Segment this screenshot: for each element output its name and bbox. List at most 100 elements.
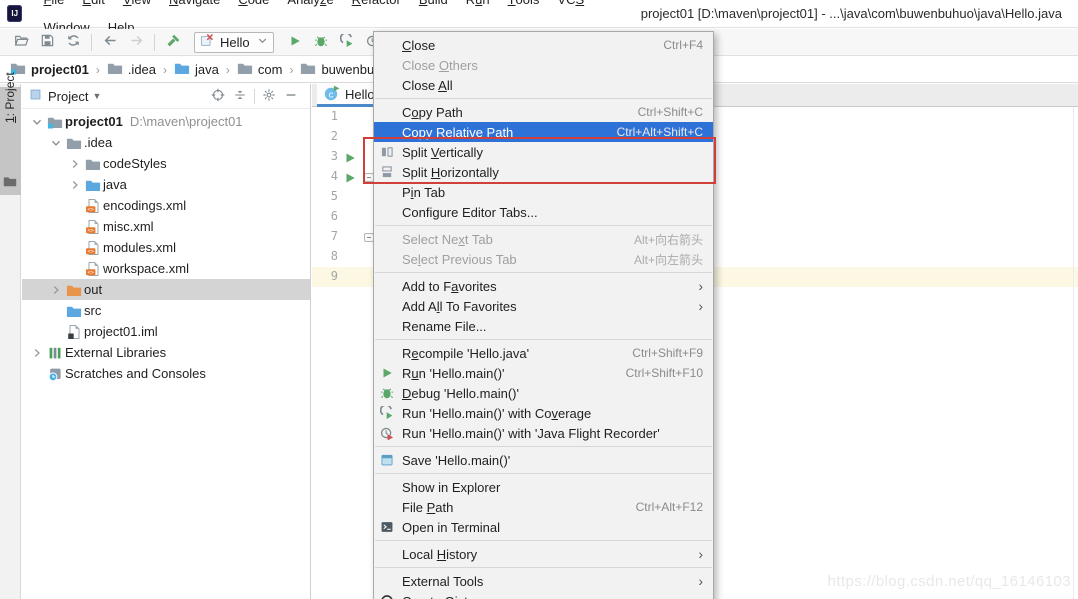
menu-item-external-tools[interactable]: External Tools › xyxy=(374,571,713,591)
menu-item-run-hello-main-with-coverage[interactable]: Run 'Hello.main()' with Coverage xyxy=(374,403,713,423)
tree-item-modules-xml[interactable]: <> modules.xml xyxy=(22,237,310,258)
menu-item-split-vertically[interactable]: Split Vertically xyxy=(374,142,713,162)
menubar-item-tools[interactable]: Tools xyxy=(499,0,549,14)
menu-item-open-in-terminal[interactable]: Open in Terminal xyxy=(374,517,713,537)
tree-item-label: External Libraries xyxy=(65,345,167,360)
chevron-right-icon[interactable] xyxy=(47,283,64,297)
tree-item-out[interactable]: out xyxy=(22,279,310,300)
forward-button[interactable] xyxy=(123,31,149,54)
tree-item-src[interactable]: src xyxy=(22,300,310,321)
menu-item-local-history[interactable]: Local History › xyxy=(374,544,713,564)
menu-item-pin-tab[interactable]: Pin Tab xyxy=(374,182,713,202)
breadcrumb-project01[interactable]: project01 xyxy=(10,60,89,79)
coverage-button[interactable] xyxy=(334,31,360,54)
menu-item-rename-file[interactable]: Rename File... xyxy=(374,316,713,336)
menubar-item-analyze[interactable]: Analyze xyxy=(278,0,342,14)
tree-item-label: out xyxy=(84,282,103,297)
collapse-all-button[interactable] xyxy=(229,85,251,107)
chevron-right-icon[interactable] xyxy=(28,346,45,360)
locate-file-button[interactable] xyxy=(207,85,229,107)
tree-item-workspace-xml[interactable]: <> workspace.xml xyxy=(22,258,310,279)
svg-text:<>: <> xyxy=(87,207,94,213)
tree-item-misc-xml[interactable]: <> misc.xml xyxy=(22,216,310,237)
gutter-run-icon[interactable] xyxy=(343,151,357,168)
menubar-item-refactor[interactable]: Refactor xyxy=(343,0,410,14)
tree-item-external-libraries[interactable]: External Libraries xyxy=(22,342,310,363)
menu-item-shortcut: Alt+向左箭头 xyxy=(633,252,703,267)
svg-text:<>: <> xyxy=(87,249,94,255)
menu-item-add-all-to-favorites[interactable]: Add All To Favorites › xyxy=(374,296,713,316)
menu-item-run-hello-main[interactable]: Run 'Hello.main()' Ctrl+Shift+F10 xyxy=(374,363,713,383)
menu-item-configure-editor-tabs[interactable]: Configure Editor Tabs... xyxy=(374,202,713,222)
chevron-right-icon[interactable] xyxy=(66,178,83,192)
menu-item-shortcut: Ctrl+Shift+F9 xyxy=(632,346,703,360)
menu-item-label: Recompile 'Hello.java' xyxy=(402,345,530,361)
breadcrumb-java[interactable]: java xyxy=(174,60,219,79)
build-button[interactable] xyxy=(160,31,186,54)
menu-item-recompile-hello-java[interactable]: Recompile 'Hello.java' Ctrl+Shift+F9 xyxy=(374,343,713,363)
menu-item-debug-hello-main[interactable]: Debug 'Hello.main()' xyxy=(374,383,713,403)
menu-item-shortcut: Ctrl+Shift+C xyxy=(637,105,703,119)
project-stripe-label: 1: Project xyxy=(3,72,17,123)
menubar-item-file[interactable]: File xyxy=(34,0,73,14)
menubar-item-navigate[interactable]: Navigate xyxy=(160,0,229,14)
idea-window: IJ FileEditViewNavigateCodeAnalyzeRefact… xyxy=(0,0,1078,599)
hide-panel-button[interactable] xyxy=(280,85,302,107)
menubar-item-view[interactable]: View xyxy=(114,0,160,14)
breadcrumb-idea[interactable]: .idea xyxy=(107,60,156,79)
chevron-right-icon[interactable] xyxy=(66,157,83,171)
xml-file-icon: <> xyxy=(83,240,103,256)
back-button[interactable] xyxy=(97,31,123,54)
line-number: 2 xyxy=(330,129,338,143)
save-all-button[interactable] xyxy=(34,31,60,54)
tree-item-scratches-and-consoles[interactable]: Scratches and Consoles xyxy=(22,363,310,384)
menu-item-run-hello-main-with-java-flight-recorder[interactable]: Run 'Hello.main()' with 'Java Flight Rec… xyxy=(374,423,713,443)
menu-item-label: Run 'Hello.main()' with 'Java Flight Rec… xyxy=(402,425,660,441)
open-file-button[interactable] xyxy=(8,31,34,54)
tree-item-idea[interactable]: .idea xyxy=(22,132,310,153)
xml-file-icon: <> xyxy=(83,261,103,277)
tree-item-project01[interactable]: project01 D:\maven\project01 xyxy=(22,111,310,132)
iml-file-icon xyxy=(64,324,84,340)
tree-item-java[interactable]: java xyxy=(22,174,310,195)
menubar-item-run[interactable]: Run xyxy=(457,0,499,14)
sync-button[interactable] xyxy=(60,31,86,54)
header-separator xyxy=(254,88,255,104)
menu-item-show-in-explorer[interactable]: Show in Explorer xyxy=(374,477,713,497)
menu-item-add-to-favorites[interactable]: Add to Favorites › xyxy=(374,276,713,296)
run-button[interactable] xyxy=(282,31,308,54)
project-panel-title[interactable]: Project xyxy=(48,89,88,104)
menubar-item-code[interactable]: Code xyxy=(229,0,278,14)
tree-item-label: project01.iml xyxy=(84,324,158,339)
run-configuration-select[interactable]: Hello xyxy=(194,31,274,53)
xml-file-icon: <> xyxy=(83,198,103,214)
menu-item-close[interactable]: Close Ctrl+F4 xyxy=(374,35,713,55)
breadcrumb-com[interactable]: com xyxy=(237,60,282,79)
menu-item-close-all[interactable]: Close All xyxy=(374,75,713,95)
line-number: 6 xyxy=(330,209,338,223)
menu-item-copy-relative-path[interactable]: Copy Relative Path Ctrl+Alt+Shift+C xyxy=(374,122,713,142)
tool-window-project-button[interactable]: 1: Project xyxy=(0,72,21,195)
chevron-down-icon[interactable] xyxy=(47,136,64,150)
menu-separator xyxy=(375,339,712,340)
gutter-run-icon[interactable] xyxy=(343,171,357,188)
save-run-icon xyxy=(380,453,402,467)
profiler-icon xyxy=(380,426,402,440)
menu-item-split-horizontally[interactable]: Split Horizontally xyxy=(374,162,713,182)
menu-item-save-hello-main[interactable]: Save 'Hello.main()' xyxy=(374,450,713,470)
menubar-item-vcs[interactable]: VCS xyxy=(548,0,593,14)
menubar-item-build[interactable]: Build xyxy=(410,0,457,14)
breadcrumb-folder-icon xyxy=(107,60,123,79)
tree-item-encodings-xml[interactable]: <> encodings.xml xyxy=(22,195,310,216)
menubar-item-edit[interactable]: Edit xyxy=(73,0,113,14)
settings-button[interactable] xyxy=(258,85,280,107)
tree-item-codestyles[interactable]: codeStyles xyxy=(22,153,310,174)
coverage-icon xyxy=(339,31,354,51)
chevron-down-icon[interactable] xyxy=(28,115,45,129)
menu-item-file-path[interactable]: File Path Ctrl+Alt+F12 xyxy=(374,497,713,517)
debug-button[interactable] xyxy=(308,31,334,54)
menu-separator xyxy=(375,446,712,447)
menu-item-create-gist[interactable]: Create Gist... xyxy=(374,591,713,599)
menu-item-copy-path[interactable]: Copy Path Ctrl+Shift+C xyxy=(374,102,713,122)
tree-item-project01-iml[interactable]: project01.iml xyxy=(22,321,310,342)
